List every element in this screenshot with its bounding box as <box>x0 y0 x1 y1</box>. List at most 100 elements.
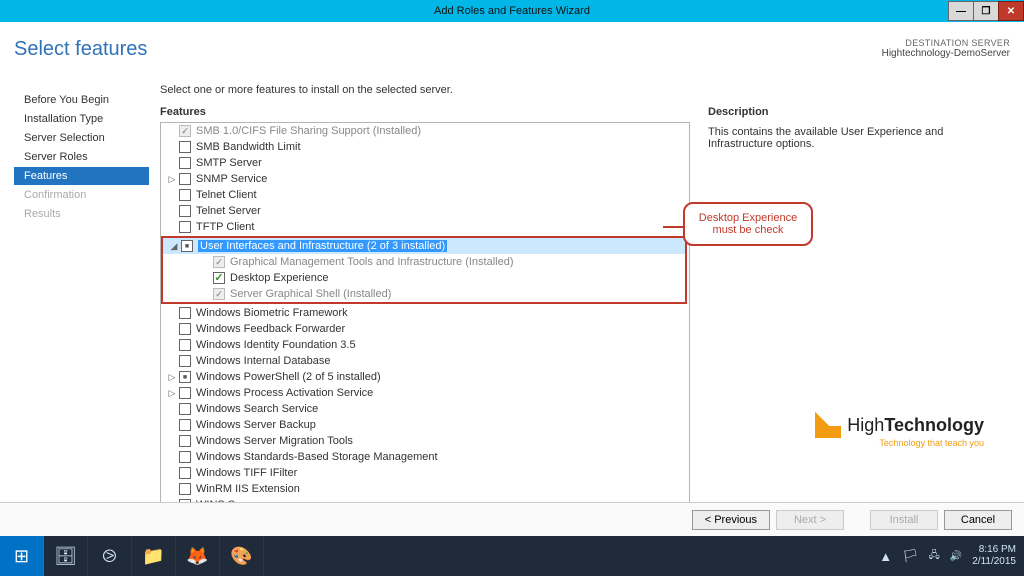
feature-snmp[interactable]: ▷SNMP Service <box>161 171 689 187</box>
intro-text: Select one or more features to install o… <box>160 84 453 96</box>
logo-icon <box>815 412 841 438</box>
feature-biometric[interactable]: Windows Biometric Framework <box>161 305 689 321</box>
checkbox-icon[interactable] <box>179 141 191 153</box>
checkbox-icon[interactable] <box>179 419 191 431</box>
feature-wif35[interactable]: Windows Identity Foundation 3.5 <box>161 337 689 353</box>
checkbox-icon <box>179 125 191 137</box>
checkbox-icon[interactable] <box>179 323 191 335</box>
destination-server: DESTINATION SERVER Hightechnology-DemoSe… <box>882 38 1010 59</box>
window-title: Add Roles and Features Wizard <box>434 5 590 17</box>
tray-action-center-icon[interactable]: 🏳 <box>902 548 919 564</box>
checkbox-icon[interactable] <box>179 355 191 367</box>
feature-internal-db[interactable]: Windows Internal Database <box>161 353 689 369</box>
start-button[interactable]: ⊞ <box>0 536 44 576</box>
taskbar-server-manager-icon[interactable]: 🗄 <box>44 536 88 576</box>
next-button: Next > <box>776 510 844 530</box>
taskbar[interactable]: ⊞ 🗄 ⧁ 📁 🦊 🎨 ▲ 🏳 🖧 🔊 8:16 PM 2/11/2015 <box>0 536 1024 576</box>
feature-migration-tools[interactable]: Windows Server Migration Tools <box>161 433 689 449</box>
feature-user-interfaces-infra[interactable]: ◢User Interfaces and Infrastructure (2 o… <box>163 238 685 254</box>
feature-powershell[interactable]: ▷Windows PowerShell (2 of 5 installed) <box>161 369 689 385</box>
checkbox-icon[interactable] <box>179 157 191 169</box>
tray-clock[interactable]: 8:16 PM 2/11/2015 <box>972 544 1016 568</box>
features-scroll[interactable]: SMB 1.0/CIFS File Sharing Support (Insta… <box>161 123 689 509</box>
tray-date: 2/11/2015 <box>972 556 1016 568</box>
taskbar-firefox-icon[interactable]: 🦊 <box>176 536 220 576</box>
description-heading: Description <box>708 106 769 118</box>
taskbar-explorer-icon[interactable]: 📁 <box>132 536 176 576</box>
checkbox-icon[interactable] <box>179 435 191 447</box>
feature-tiff-ifilter[interactable]: Windows TIFF IFilter <box>161 465 689 481</box>
previous-button[interactable]: < Previous <box>692 510 770 530</box>
feature-telnet-server[interactable]: Telnet Server <box>161 203 689 219</box>
callout-line1: Desktop Experience <box>691 212 805 224</box>
step-installation-type[interactable]: Installation Type <box>14 110 149 128</box>
checkbox-icon[interactable] <box>179 189 191 201</box>
feature-telnet-client[interactable]: Telnet Client <box>161 187 689 203</box>
annotation-highlight: ◢User Interfaces and Infrastructure (2 o… <box>161 236 687 304</box>
feature-smb-bandwidth[interactable]: SMB Bandwidth Limit <box>161 139 689 155</box>
minimize-button[interactable]: — <box>948 1 974 21</box>
step-features[interactable]: Features <box>14 167 149 185</box>
callout-line2: must be check <box>691 224 805 236</box>
system-tray[interactable]: ▲ 🏳 🖧 🔊 8:16 PM 2/11/2015 <box>879 536 1016 576</box>
step-results: Results <box>14 205 149 223</box>
destination-value: Hightechnology-DemoServer <box>882 48 1010 59</box>
description-text: This contains the available User Experie… <box>708 126 998 150</box>
title-bar: Add Roles and Features Wizard — ❐ ✕ <box>0 0 1024 22</box>
checkbox-icon[interactable] <box>179 221 191 233</box>
checkbox-icon[interactable] <box>179 451 191 463</box>
step-server-roles[interactable]: Server Roles <box>14 148 149 166</box>
checkbox-icon[interactable] <box>181 240 193 252</box>
tray-flag-icon[interactable]: ▲ <box>879 549 892 564</box>
watermark-logo: HighTechnology <box>815 412 984 438</box>
checkbox-icon[interactable] <box>179 387 191 399</box>
checkbox-icon <box>213 256 225 268</box>
tray-time: 8:16 PM <box>972 544 1016 556</box>
checkbox-icon[interactable] <box>179 483 191 495</box>
expander-icon[interactable]: ▷ <box>167 372 177 383</box>
checkbox-icon[interactable] <box>179 467 191 479</box>
maximize-button[interactable]: ❐ <box>973 1 999 21</box>
expander-icon[interactable]: ◢ <box>169 241 179 252</box>
feature-wpas[interactable]: ▷Windows Process Activation Service <box>161 385 689 401</box>
expander-icon[interactable]: ▷ <box>167 174 177 185</box>
feature-server-backup[interactable]: Windows Server Backup <box>161 417 689 433</box>
tray-network-icon[interactable]: 🖧 <box>929 548 940 565</box>
close-button[interactable]: ✕ <box>998 1 1024 21</box>
checkbox-icon[interactable] <box>179 339 191 351</box>
feature-feedback-forwarder[interactable]: Windows Feedback Forwarder <box>161 321 689 337</box>
feature-graphical-mgmt-tools[interactable]: Graphical Management Tools and Infrastru… <box>163 254 685 270</box>
feature-storage-mgmt[interactable]: Windows Standards-Based Storage Manageme… <box>161 449 689 465</box>
feature-smtp[interactable]: SMTP Server <box>161 155 689 171</box>
feature-winrm-iis[interactable]: WinRM IIS Extension <box>161 481 689 497</box>
checkbox-icon[interactable] <box>179 205 191 217</box>
feature-server-graphical-shell[interactable]: Server Graphical Shell (Installed) <box>163 286 685 302</box>
checkbox-icon[interactable] <box>179 371 191 383</box>
cancel-button[interactable]: Cancel <box>944 510 1012 530</box>
step-confirmation: Confirmation <box>14 186 149 204</box>
wizard-button-bar: < Previous Next > Install Cancel <box>0 502 1024 536</box>
checkbox-icon[interactable] <box>179 307 191 319</box>
wizard-body: Select features DESTINATION SERVER Hight… <box>0 22 1024 536</box>
checkbox-icon[interactable] <box>179 173 191 185</box>
taskbar-powershell-icon[interactable]: ⧁ <box>88 536 132 576</box>
step-server-selection[interactable]: Server Selection <box>14 129 149 147</box>
tray-sound-icon[interactable]: 🔊 <box>950 551 962 562</box>
features-list: SMB 1.0/CIFS File Sharing Support (Insta… <box>160 122 690 510</box>
destination-label: DESTINATION SERVER <box>882 38 1010 48</box>
feature-smb-cifs[interactable]: SMB 1.0/CIFS File Sharing Support (Insta… <box>161 123 689 139</box>
annotation-callout: Desktop Experience must be check <box>683 202 813 246</box>
feature-desktop-experience[interactable]: Desktop Experience <box>163 270 685 286</box>
taskbar-paint-icon[interactable]: 🎨 <box>220 536 264 576</box>
expander-icon[interactable]: ▷ <box>167 388 177 399</box>
wizard-steps: Before You Begin Installation Type Serve… <box>14 90 149 224</box>
feature-search-service[interactable]: Windows Search Service <box>161 401 689 417</box>
checkbox-icon[interactable] <box>213 272 225 284</box>
page-heading: Select features <box>14 38 147 61</box>
features-heading: Features <box>160 106 206 118</box>
checkbox-icon[interactable] <box>179 403 191 415</box>
watermark-tagline: Technology that teach you <box>879 438 984 448</box>
step-before-you-begin[interactable]: Before You Begin <box>14 91 149 109</box>
install-button: Install <box>870 510 938 530</box>
feature-tftp[interactable]: TFTP Client <box>161 219 689 235</box>
